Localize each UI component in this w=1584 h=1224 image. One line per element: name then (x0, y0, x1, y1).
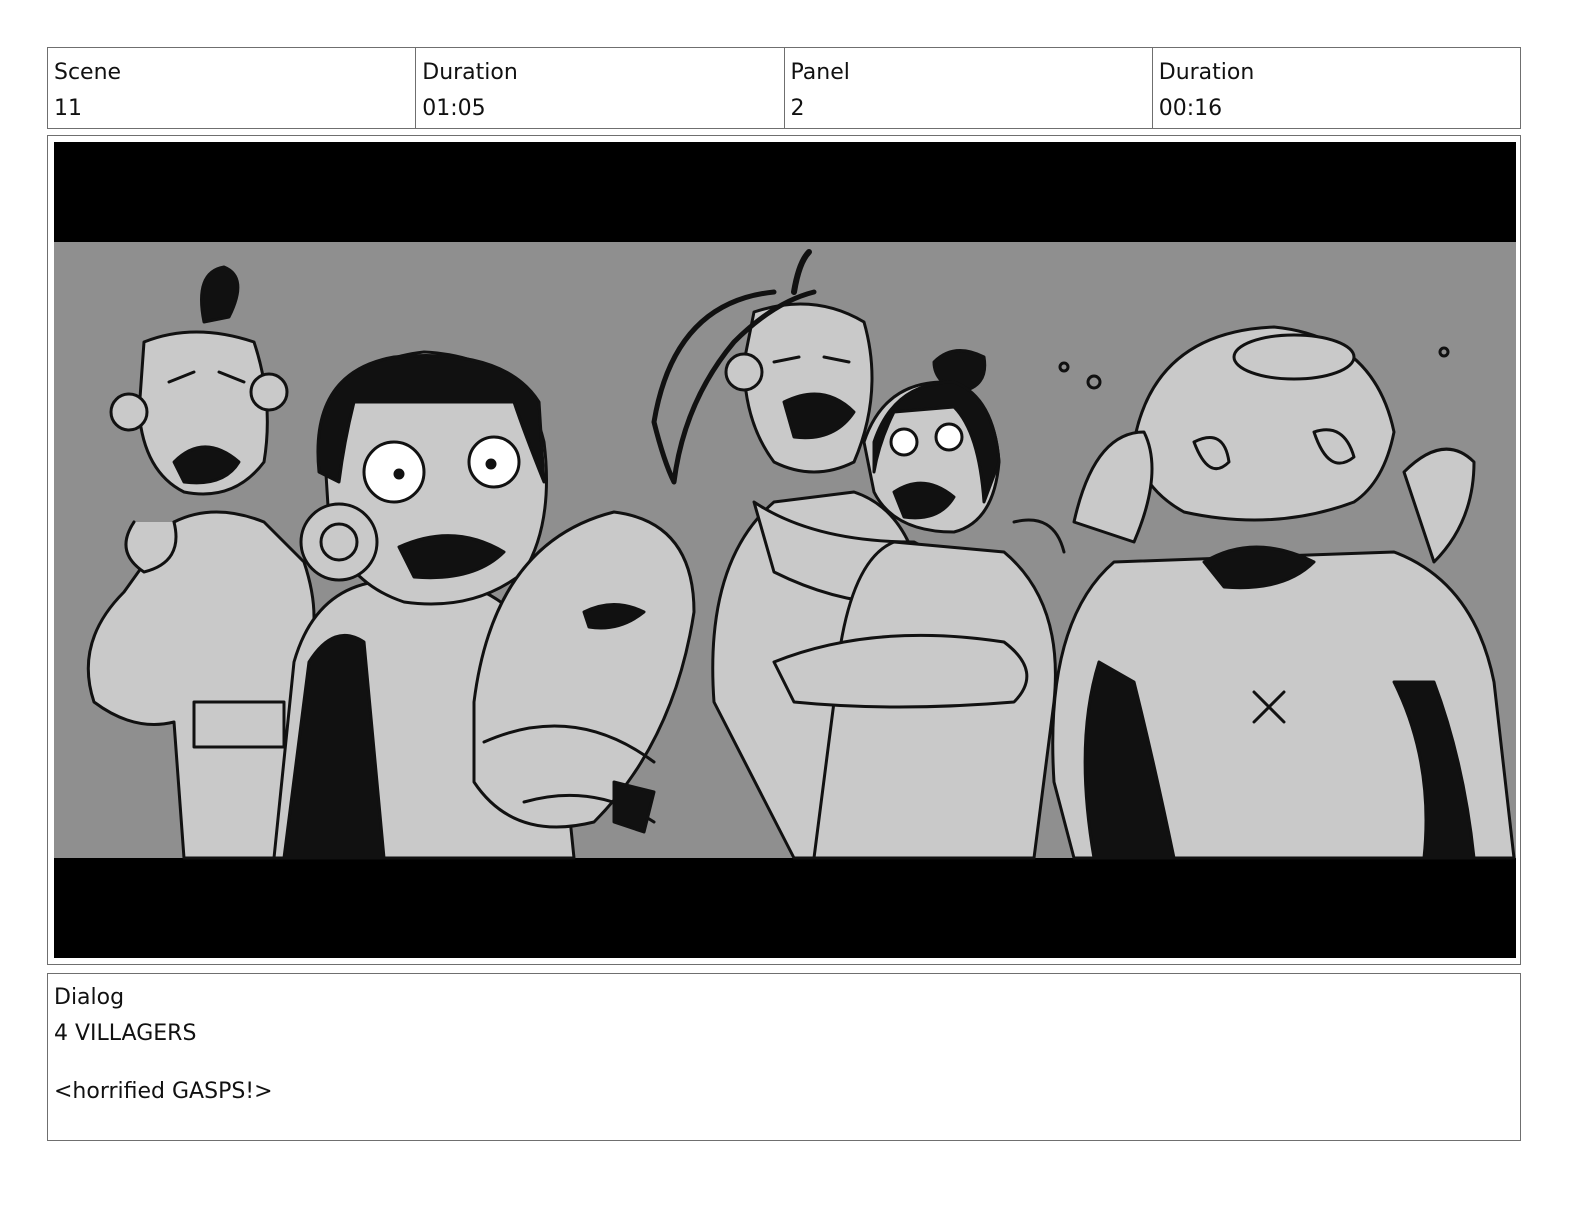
panel-value: 2 (790, 96, 805, 121)
letterbox-top (54, 142, 1516, 242)
dialog-label: Dialog (54, 985, 125, 1010)
shot-info-table: Scene 11 Duration 01:05 Panel 2 Duration… (47, 47, 1521, 129)
scene-duration-cell: Duration 01:05 (416, 48, 785, 128)
storyboard-panel (47, 135, 1521, 965)
panel-cell: Panel 2 (785, 48, 1153, 128)
scene-cell: Scene 11 (48, 48, 417, 128)
dialog-line: <horrified GASPS!> (54, 1079, 273, 1104)
panel-duration-label: Duration (1158, 60, 1255, 85)
letterbox-bottom (54, 858, 1516, 958)
scene-label: Scene (54, 60, 122, 85)
panel-duration-cell: Duration 00:16 (1153, 48, 1520, 128)
dialog-box: Dialog 4 VILLAGERS <horrified GASPS!> (47, 973, 1521, 1141)
scene-duration-value: 01:05 (422, 96, 486, 121)
dialog-character: 4 VILLAGERS (54, 1021, 197, 1046)
panel-label: Panel (790, 60, 850, 85)
scene-duration-label: Duration (422, 60, 518, 85)
scene-value: 11 (54, 96, 82, 121)
storyboard-sketch (54, 142, 1516, 958)
panel-duration-value: 00:16 (1158, 96, 1223, 121)
